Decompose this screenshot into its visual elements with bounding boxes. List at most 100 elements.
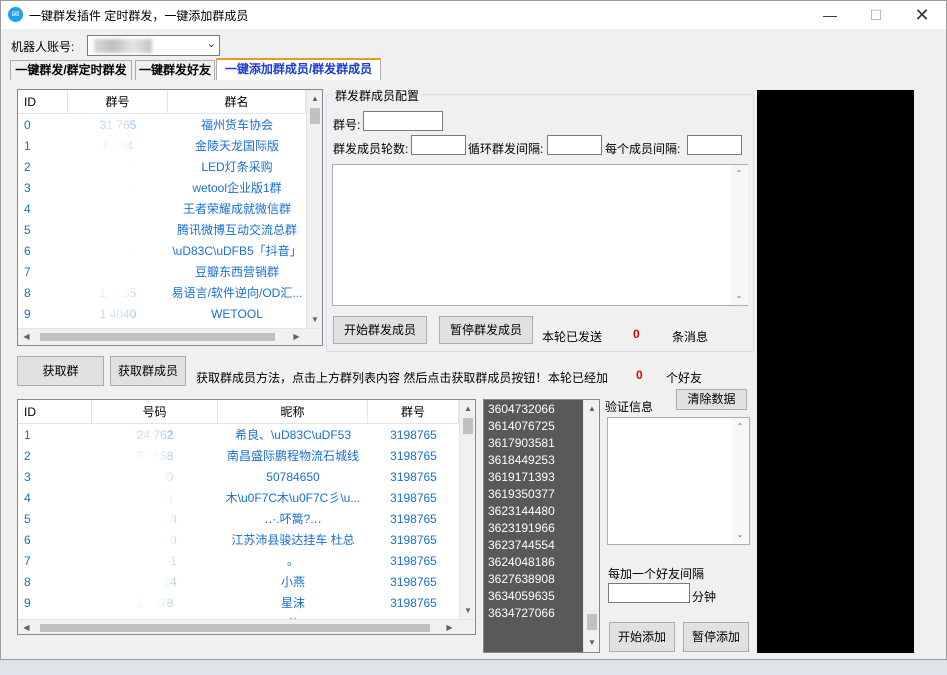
table-row[interactable]: 350 650507846503198765 bbox=[18, 467, 459, 488]
minimize-button[interactable]: — bbox=[807, 1, 853, 29]
get-members-button[interactable]: 获取群成员 bbox=[110, 356, 186, 386]
table-row[interactable]: 124 762希良、\uD83C\uDF533198765 bbox=[18, 425, 459, 446]
message-textarea[interactable]: ⌃ ⌄ bbox=[332, 164, 748, 306]
group-list-vscroll[interactable]: ▲ ▼ bbox=[306, 90, 322, 328]
list-item[interactable]: 3617903581 bbox=[488, 435, 555, 452]
table-row[interactable]: 2 1158LED灯条采购 bbox=[18, 157, 306, 178]
start-add-button[interactable]: 开始添加 bbox=[609, 622, 675, 652]
col-group-number[interactable]: 群号 bbox=[368, 400, 459, 424]
start-send-members-button[interactable]: 开始群发成员 bbox=[333, 316, 427, 344]
cell-group-number: 3198765 bbox=[390, 512, 437, 526]
scroll-thumb[interactable] bbox=[40, 333, 275, 341]
tab-mass-send-groups[interactable]: 一键群发/群定时群发 bbox=[10, 60, 132, 80]
tab-add-members[interactable]: 一键添加群成员/群发群成员 bbox=[216, 58, 381, 80]
group-no-input[interactable] bbox=[363, 111, 443, 131]
scroll-right-icon[interactable]: ▶ bbox=[288, 329, 305, 345]
qq-list-vscroll[interactable]: ▲ ▼ bbox=[583, 400, 599, 652]
scroll-down-icon[interactable]: ▼ bbox=[307, 311, 322, 328]
table-row[interactable]: 230 158南昌盛际鹏程物流石城线3198765 bbox=[18, 446, 459, 467]
hint-text: 获取群成员方法，点击上方群列表内容 然后点击获取群成员按钮！ bbox=[196, 371, 548, 385]
table-row[interactable]: 613 4390江苏沛县骏达挂车 杜总3198765 bbox=[18, 530, 459, 551]
table-row[interactable]: 3 11222wetool企业版1群 bbox=[18, 178, 306, 199]
table-row[interactable]: 815 7014小燕3198765 bbox=[18, 572, 459, 593]
added-unit: 个好友 bbox=[666, 371, 703, 385]
list-item[interactable]: 3623744554 bbox=[488, 537, 555, 554]
message-vscroll[interactable]: ⌃ ⌄ bbox=[731, 165, 748, 305]
scroll-left-icon[interactable]: ◀ bbox=[18, 329, 35, 345]
get-groups-button[interactable]: 获取群 bbox=[17, 356, 104, 386]
table-row[interactable]: 917 978星沫3198765 bbox=[18, 593, 459, 614]
list-item[interactable]: 3614076725 bbox=[488, 418, 555, 435]
qq-number-list[interactable]: 3604732066 3614076725 3617903581 3618449253… bbox=[483, 399, 600, 653]
list-item[interactable]: 3619171393 bbox=[488, 469, 555, 486]
table-row[interactable]: 031 765福州货车协会 bbox=[18, 115, 306, 136]
scroll-thumb[interactable] bbox=[40, 624, 430, 632]
verify-textarea[interactable]: ⌃ ⌄ bbox=[607, 417, 750, 545]
list-item[interactable]: 3623144480 bbox=[488, 503, 555, 520]
list-item[interactable]: 3623191966 bbox=[488, 520, 555, 537]
scroll-thumb[interactable] bbox=[463, 418, 473, 434]
col-nickname[interactable]: 昵称 bbox=[218, 400, 368, 424]
table-row[interactable]: 4 19292王者荣耀成就微信群 bbox=[18, 199, 306, 220]
add-interval-input[interactable] bbox=[608, 583, 690, 603]
maximize-button[interactable]: ☐ bbox=[853, 1, 899, 29]
col-group-number[interactable]: 群号 bbox=[68, 90, 168, 114]
member-list-hscroll[interactable]: ◀ ▶ bbox=[18, 619, 475, 634]
title-bar: ✉ 一键群发插件 定时群发，一键添加群成员 — ☐ ✕ bbox=[1, 1, 946, 29]
account-select[interactable]: ⌄ bbox=[87, 35, 220, 56]
table-row[interactable]: 5 92303腾讯微博互动交流总群 bbox=[18, 220, 306, 241]
table-row[interactable]: 81 3265易语言/软件逆向/OD汇... bbox=[18, 283, 306, 304]
pause-send-members-button[interactable]: 暂停群发成员 bbox=[439, 316, 533, 344]
tab-mass-send-friends[interactable]: 一键群发好友 bbox=[135, 60, 215, 80]
cell-group-name: LED灯条采购 bbox=[201, 160, 273, 174]
table-row[interactable]: 16 494金陵天龙国际版 bbox=[18, 136, 306, 157]
group-list[interactable]: ID 群号 群名 031 765福州货车协会16 494金陵天龙国际版2 115… bbox=[17, 89, 323, 346]
scroll-right-icon[interactable]: ▶ bbox=[441, 620, 458, 634]
scroll-down-icon[interactable]: ▼ bbox=[584, 634, 599, 651]
table-row[interactable]: 715 7971。3198765 bbox=[18, 551, 459, 572]
table-row[interactable]: 6 74490\uD83C\uDFB5「抖音」 bbox=[18, 241, 306, 262]
col-group-name[interactable]: 群名 bbox=[168, 90, 306, 114]
scroll-thumb[interactable] bbox=[587, 614, 597, 630]
verify-vscroll[interactable]: ⌃ ⌄ bbox=[732, 418, 749, 544]
clear-data-button[interactable]: 清除数据 bbox=[676, 389, 747, 410]
scroll-up-icon[interactable]: ⌃ bbox=[731, 165, 747, 182]
scroll-up-icon[interactable]: ▲ bbox=[584, 400, 599, 417]
window-title: 一键群发插件 定时群发，一键添加群成员 bbox=[29, 9, 249, 23]
table-row[interactable]: 7 0618豆瓣东西营销群 bbox=[18, 262, 306, 283]
list-item[interactable]: 3618449253 bbox=[488, 452, 555, 469]
scroll-up-icon[interactable]: ⌃ bbox=[732, 418, 748, 435]
member-list[interactable]: ID 号码 昵称 群号 124 762希良、\uD83C\uDF53319876… bbox=[17, 399, 476, 635]
member-interval-label: 每个成员间隔: bbox=[605, 142, 681, 156]
main-window: ✉ 一键群发插件 定时群发，一键添加群成员 — ☐ ✕ 机器人账号: ⌄ 一键群… bbox=[0, 0, 947, 660]
list-item[interactable]: 3624048186 bbox=[488, 554, 555, 571]
pause-add-button[interactable]: 暂停添加 bbox=[683, 622, 749, 652]
scroll-down-icon[interactable]: ⌄ bbox=[731, 287, 747, 304]
scroll-left-icon[interactable]: ◀ bbox=[18, 620, 35, 634]
scroll-down-icon[interactable]: ⌄ bbox=[732, 526, 748, 543]
list-item[interactable]: 3634059635 bbox=[488, 588, 555, 605]
table-row[interactable]: 512 9618‥·.吥篙?.‥3198765 bbox=[18, 509, 459, 530]
list-item[interactable]: 3634727066 bbox=[488, 605, 555, 622]
table-row[interactable]: 91 4040WETOOL bbox=[18, 304, 306, 325]
list-item[interactable]: 3619350377 bbox=[488, 486, 555, 503]
cell-id: 1 bbox=[24, 428, 31, 442]
rounds-input[interactable] bbox=[411, 135, 466, 155]
col-id[interactable]: ID bbox=[18, 90, 68, 114]
member-list-vscroll[interactable]: ▲ ▼ bbox=[459, 400, 475, 619]
scroll-thumb[interactable] bbox=[310, 108, 320, 124]
list-item[interactable]: 3627638908 bbox=[488, 571, 555, 588]
group-list-hscroll[interactable]: ◀ ▶ bbox=[18, 328, 322, 345]
col-id[interactable]: ID bbox=[18, 400, 92, 424]
col-number[interactable]: 号码 bbox=[92, 400, 218, 424]
close-button[interactable]: ✕ bbox=[899, 1, 945, 29]
list-item[interactable]: 3604732066 bbox=[488, 401, 555, 418]
cycle-interval-input[interactable] bbox=[547, 135, 602, 155]
member-interval-input[interactable] bbox=[687, 135, 742, 155]
sent-unit: 条消息 bbox=[672, 330, 709, 344]
scroll-up-icon[interactable]: ▲ bbox=[307, 90, 322, 107]
table-row[interactable]: 411 115木\u0F7C木\u0F7C彡\u...3198765 bbox=[18, 488, 459, 509]
cell-id: 8 bbox=[24, 286, 31, 300]
scroll-up-icon[interactable]: ▲ bbox=[460, 400, 475, 417]
scroll-down-icon[interactable]: ▼ bbox=[460, 602, 475, 619]
